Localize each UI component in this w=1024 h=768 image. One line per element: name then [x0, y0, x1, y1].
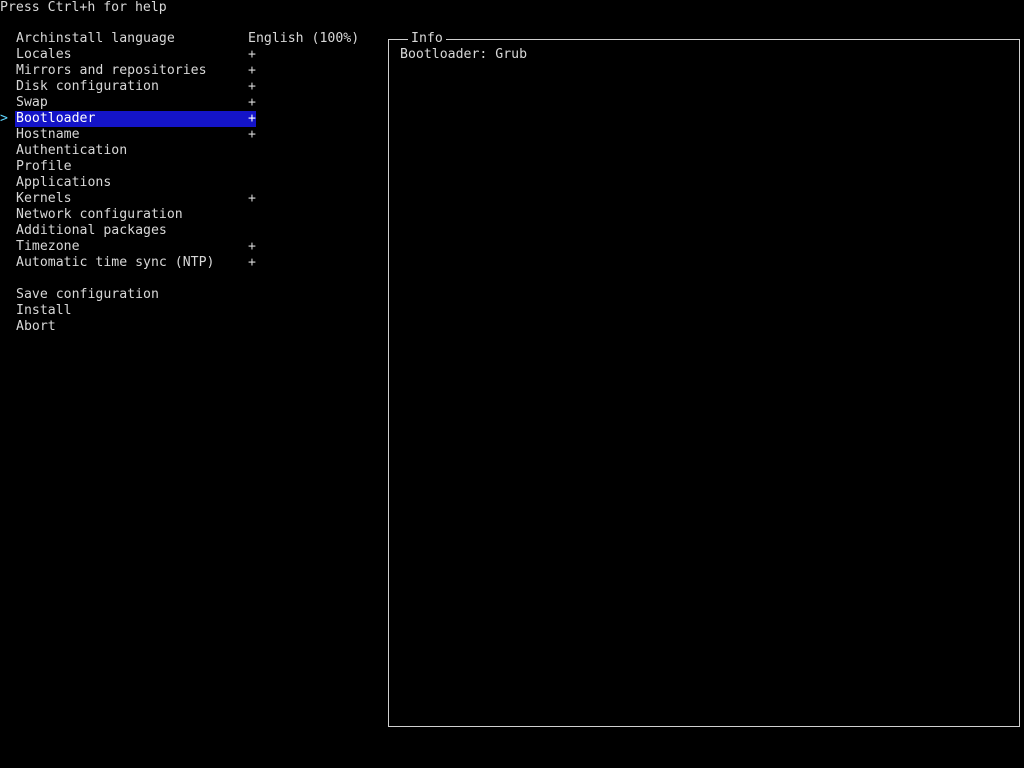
menu-item-label: Profile — [16, 159, 72, 174]
menu-item-disk-configuration[interactable]: Disk configuration + — [0, 79, 380, 95]
menu-item-label: Authentication — [16, 143, 128, 158]
menu-item-label: Network configuration — [16, 207, 183, 222]
menu-item-additional-packages[interactable]: Additional packages — [0, 223, 380, 239]
menu-item-status: + — [248, 191, 256, 206]
menu-item-hostname[interactable]: Hostname + — [0, 127, 380, 143]
info-panel-content: Bootloader: Grub — [400, 47, 528, 62]
menu-item-swap[interactable]: Swap + — [0, 95, 380, 111]
info-panel-title: Info — [408, 31, 446, 47]
menu-separator — [0, 271, 380, 287]
install-button[interactable]: Install — [0, 303, 380, 319]
menu-item-status: + — [248, 127, 256, 142]
menu-item-label: Locales — [16, 47, 72, 62]
menu-item-label: Archinstall language — [16, 31, 175, 46]
menu-item-status: + — [248, 255, 256, 270]
menu-item-status: + — [248, 95, 256, 110]
menu-item-applications[interactable]: Applications — [0, 175, 380, 191]
menu-item-mirrors-and-repositories[interactable]: Mirrors and repositories + — [0, 63, 380, 79]
info-panel — [388, 39, 1020, 727]
help-hint: Press Ctrl+h for help — [0, 0, 167, 15]
menu-item-label: Abort — [16, 319, 56, 334]
menu-item-label: Kernels — [16, 191, 72, 206]
menu-item-kernels[interactable]: Kernels + — [0, 191, 380, 207]
menu-item-bootloader[interactable]: > Bootloader + — [0, 111, 380, 127]
abort-button[interactable]: Abort — [0, 319, 380, 335]
menu-item-label: Timezone — [16, 239, 80, 254]
menu-item-label: Applications — [16, 175, 112, 190]
menu-item-label: Bootloader — [16, 111, 96, 126]
menu-item-locales[interactable]: Locales + — [0, 47, 380, 63]
menu-item-status: English (100%) — [248, 31, 360, 46]
menu-item-network-configuration[interactable]: Network configuration — [0, 207, 380, 223]
menu-item-label: Swap — [16, 95, 48, 110]
menu-item-profile[interactable]: Profile — [0, 159, 380, 175]
menu-item-status: + — [248, 239, 256, 254]
menu-item-status: + — [248, 111, 256, 126]
menu-item-timezone[interactable]: Timezone + — [0, 239, 380, 255]
menu-item-label: Install — [16, 303, 72, 318]
menu-item-label: Save configuration — [16, 287, 159, 302]
menu-item-status: + — [248, 79, 256, 94]
save-configuration-button[interactable]: Save configuration — [0, 287, 380, 303]
menu-item-authentication[interactable]: Authentication — [0, 143, 380, 159]
menu-item-label: Mirrors and repositories — [16, 63, 207, 78]
selection-cursor-icon: > — [0, 111, 8, 126]
menu-item-status: + — [248, 63, 256, 78]
menu-item-automatic-time-sync[interactable]: Automatic time sync (NTP) + — [0, 255, 380, 271]
main-menu: Archinstall language English (100%) Loca… — [0, 31, 380, 335]
menu-item-label: Disk configuration — [16, 79, 159, 94]
menu-item-label: Additional packages — [16, 223, 167, 238]
menu-item-label: Automatic time sync (NTP) — [16, 255, 215, 270]
menu-item-archinstall-language[interactable]: Archinstall language English (100%) — [0, 31, 380, 47]
menu-item-status: + — [248, 47, 256, 62]
menu-item-label: Hostname — [16, 127, 80, 142]
